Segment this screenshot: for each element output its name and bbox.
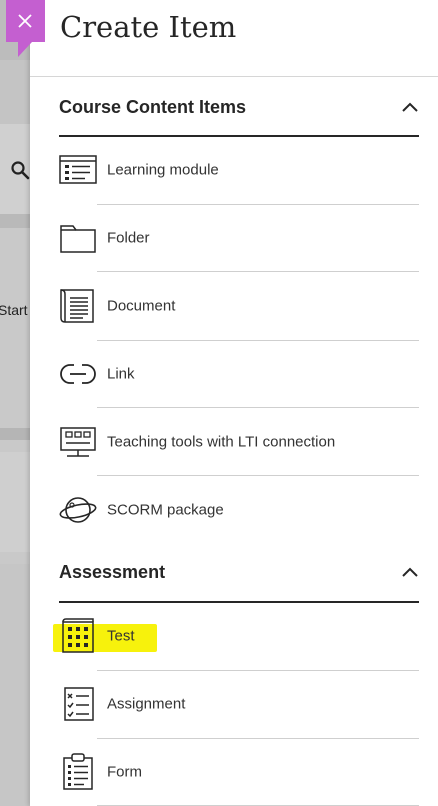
section-label: Course Content Items [59, 96, 247, 117]
bg-band [0, 452, 30, 552]
lti-tools-icon [59, 422, 97, 462]
document-icon [59, 286, 97, 326]
bg-band [0, 214, 30, 228]
item-document[interactable]: Document [59, 273, 419, 339]
close-panel-button[interactable] [6, 0, 45, 57]
item-label: SCORM package [107, 501, 224, 519]
background-page: Start [0, 0, 30, 806]
link-icon [59, 354, 97, 394]
section-label: Assessment [59, 561, 166, 582]
item-assignment[interactable]: Assignment [59, 671, 419, 737]
item-lti-tools[interactable]: Teaching tools with LTI connection [59, 409, 419, 475]
learning-module-icon [59, 150, 97, 190]
form-icon [59, 752, 97, 792]
item-label: Teaching tools with LTI connection [107, 433, 336, 451]
assignment-icon [59, 684, 97, 724]
bg-band [0, 228, 30, 428]
panel-title: Create Item [60, 10, 237, 44]
item-link[interactable]: Link [59, 341, 419, 407]
search-icon [11, 161, 30, 180]
item-label: Assignment [107, 695, 186, 713]
item-label: Folder [107, 229, 150, 247]
item-folder[interactable]: Folder [59, 205, 419, 271]
close-icon [18, 14, 32, 28]
item-label: Test [107, 627, 135, 645]
item-label: Learning module [107, 161, 219, 179]
bg-partial-text: Start [0, 302, 28, 318]
header-divider [30, 76, 438, 77]
item-scorm-package[interactable]: SCORM package [59, 477, 419, 543]
test-icon [59, 616, 97, 656]
item-form[interactable]: Form [59, 739, 419, 805]
item-learning-module[interactable]: Learning module [59, 137, 419, 203]
chevron-up-icon [402, 567, 418, 577]
section-header-assessment[interactable]: Assessment [59, 552, 419, 592]
section-header-course-content[interactable]: Course Content Items [59, 87, 419, 127]
bg-band [0, 60, 30, 124]
scorm-icon [59, 490, 97, 530]
item-separator [97, 271, 419, 272]
item-label: Link [107, 365, 135, 383]
item-separator [97, 475, 419, 476]
item-label: Document [107, 297, 176, 315]
bg-band [0, 564, 30, 806]
chevron-up-icon [402, 102, 418, 112]
folder-icon [59, 218, 97, 258]
item-label: Form [107, 763, 142, 781]
close-tab-pointer [18, 42, 32, 57]
bg-band [0, 428, 30, 440]
item-separator [97, 407, 419, 408]
item-test[interactable]: Test [59, 603, 419, 669]
